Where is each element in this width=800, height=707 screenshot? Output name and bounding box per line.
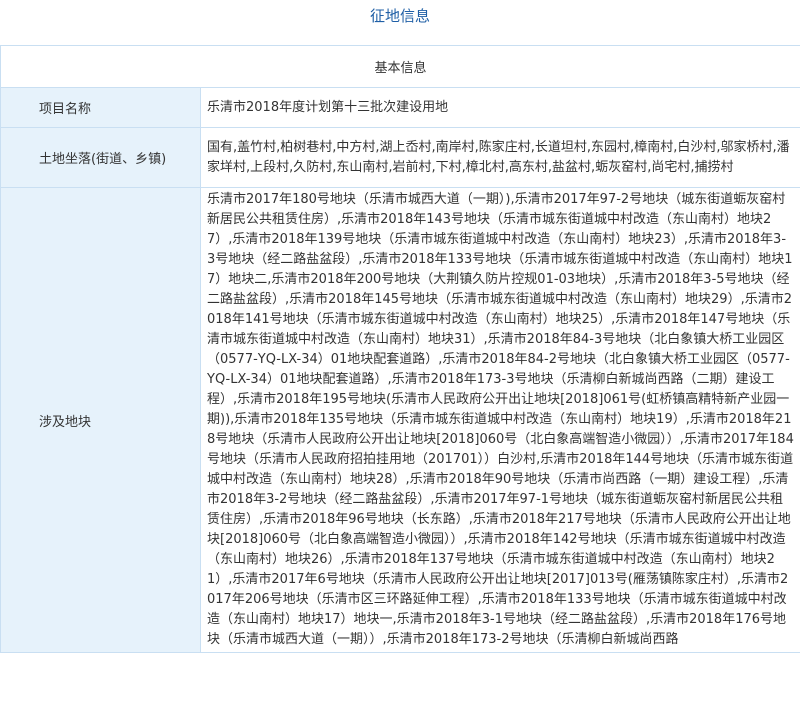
section-title: 基本信息	[0, 45, 800, 88]
section-header-row: 基本信息	[0, 45, 800, 88]
land-location-label: 土地坐落(街道、乡镇)	[0, 127, 201, 188]
plots-value: 乐清市2017年180号地块（乐清市城西大道（一期）),乐清市2017年97-2…	[199, 187, 800, 653]
land-location-value: 国有,盖竹村,柏树巷村,中方村,湖上岙村,南岸村,陈家庄村,长道坦村,东园村,樟…	[199, 127, 800, 188]
plots-row: 涉及地块 乐清市2017年180号地块（乐清市城西大道（一期）),乐清市2017…	[0, 187, 800, 653]
basic-info-table: 基本信息 项目名称 乐清市2018年度计划第十三批次建设用地 土地坐落(街道、乡…	[0, 45, 800, 653]
project-name-row: 项目名称 乐清市2018年度计划第十三批次建设用地	[0, 87, 800, 128]
page-title: 征地信息	[369, 7, 430, 25]
land-location-row: 土地坐落(街道、乡镇) 国有,盖竹村,柏树巷村,中方村,湖上岙村,南岸村,陈家庄…	[0, 127, 800, 188]
plots-label: 涉及地块	[0, 187, 201, 653]
project-name-label: 项目名称	[0, 87, 201, 128]
project-name-value: 乐清市2018年度计划第十三批次建设用地	[199, 87, 800, 128]
